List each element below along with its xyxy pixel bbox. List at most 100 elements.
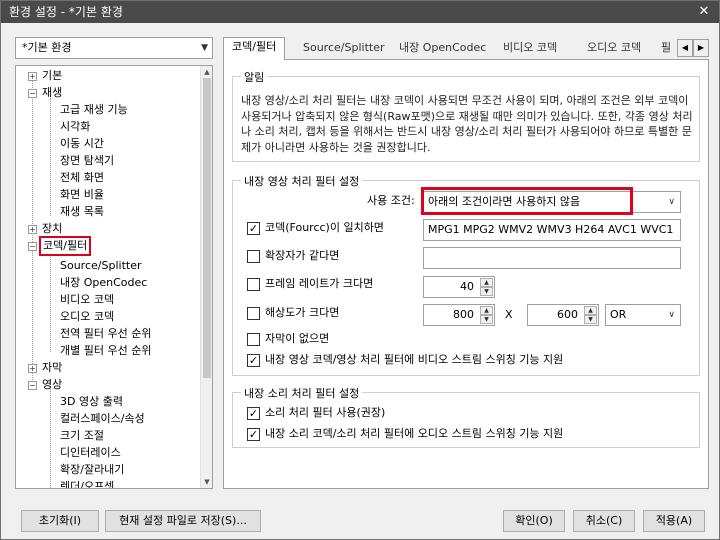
tree-item-scene-explorer[interactable]: 장면 탐색기 bbox=[60, 152, 114, 169]
tree-item-advanced-playback[interactable]: 고급 재생 기능 bbox=[60, 101, 128, 118]
resolution-label: 해상도가 크다면 bbox=[265, 306, 340, 319]
profile-select-value: *기본 환경 bbox=[22, 41, 72, 54]
tab-source-splitter[interactable]: Source/Splitter bbox=[295, 39, 392, 59]
ok-button[interactable]: 확인(O) bbox=[503, 510, 565, 532]
tab-panel-codec-filter: 알림 내장 영상/소리 처리 필터는 내장 코덱이 사용되면 무조건 사용이 되… bbox=[223, 59, 709, 489]
window-title: 환경 설정 - *기본 환경 bbox=[9, 5, 123, 19]
tree-item-deinterlace[interactable]: 디인터레이스 bbox=[60, 444, 121, 461]
tab-strip: 코덱/필터 Source/Splitter 내장 OpenCodec 비디오 코… bbox=[223, 37, 709, 60]
preferences-window: 환경 설정 - *기본 환경 ✕ *기본 환경 ▼ + 기본 − 재생 고급 재… bbox=[0, 0, 720, 540]
tree-guide-line bbox=[50, 250, 51, 352]
tree-item-builtin-opencodec[interactable]: 내장 OpenCodec bbox=[60, 274, 147, 291]
tree-item-playback[interactable]: 재생 bbox=[42, 84, 62, 101]
tree-item-basic[interactable]: 기본 bbox=[42, 67, 62, 84]
scroll-down-icon[interactable]: ▼ bbox=[201, 476, 212, 488]
spin-up-icon[interactable]: ▲ bbox=[584, 306, 597, 315]
resolution-checkbox[interactable] bbox=[247, 307, 260, 320]
spin-down-icon[interactable]: ▼ bbox=[480, 287, 493, 296]
tree-item-source-splitter[interactable]: Source/Splitter bbox=[60, 257, 141, 274]
fourcc-checkbox[interactable] bbox=[247, 222, 260, 235]
resolution-operator-value: OR bbox=[610, 308, 627, 321]
video-filter-title: 내장 영상 처리 필터 설정 bbox=[241, 173, 363, 189]
spin-down-icon[interactable]: ▼ bbox=[480, 315, 493, 324]
close-icon[interactable]: ✕ bbox=[695, 3, 713, 21]
tab-filter[interactable]: 필 bbox=[659, 39, 673, 59]
tree-item-global-filter-priority[interactable]: 전역 필터 우선 순위 bbox=[60, 325, 151, 342]
notice-text: 내장 영상/소리 처리 필터는 내장 코덱이 사용되면 무조건 사용이 되며, … bbox=[241, 94, 693, 154]
tree-item-device[interactable]: 장치 bbox=[42, 220, 62, 237]
tree-item-codec-filter[interactable]: 코덱/필터 bbox=[39, 236, 92, 256]
expand-icon[interactable]: + bbox=[28, 72, 37, 81]
title-bar: 환경 설정 - *기본 환경 ✕ bbox=[1, 1, 719, 23]
framerate-label: 프레임 레이트가 크다면 bbox=[265, 277, 374, 290]
tree-guide-line bbox=[50, 386, 51, 488]
fourcc-label: 코덱(Fourcc)이 일치하면 bbox=[265, 221, 384, 234]
resolution-height-value: 600 bbox=[557, 308, 578, 321]
audio-filter-checkbox[interactable] bbox=[247, 407, 260, 420]
tree-item-individual-filter-priority[interactable]: 개별 필터 우선 순위 bbox=[60, 342, 151, 359]
collapse-icon[interactable]: − bbox=[28, 381, 37, 390]
chevron-down-icon: ∨ bbox=[668, 197, 675, 207]
notice-title: 알림 bbox=[241, 69, 268, 85]
video-switch-checkbox[interactable] bbox=[247, 354, 260, 367]
tab-scroll-left-icon[interactable]: ◀ bbox=[677, 39, 693, 57]
cancel-button[interactable]: 취소(C) bbox=[573, 510, 635, 532]
tree-item-audio-codec[interactable]: 오디오 코덱 bbox=[60, 308, 114, 325]
tree-item-fullscreen[interactable]: 전체 화면 bbox=[60, 169, 104, 186]
expand-icon[interactable]: + bbox=[28, 225, 37, 234]
tab-scroll: ◀ ▶ bbox=[677, 39, 709, 57]
profile-select[interactable]: *기본 환경 ▼ bbox=[15, 37, 213, 59]
framerate-stepper[interactable]: 40 ▲ ▼ bbox=[423, 276, 495, 298]
tree-item-subtitle[interactable]: 자막 bbox=[42, 359, 62, 376]
framerate-checkbox[interactable] bbox=[247, 278, 260, 291]
expand-icon[interactable]: + bbox=[28, 364, 37, 373]
category-tree[interactable]: + 기본 − 재생 고급 재생 기능 시각화 이동 시간 장면 탐색기 전체 화… bbox=[15, 65, 213, 489]
tree-item-playlist[interactable]: 재생 목록 bbox=[60, 203, 104, 220]
apply-button[interactable]: 적용(A) bbox=[643, 510, 705, 532]
highlight-frame bbox=[421, 187, 633, 215]
extension-label: 확장자가 같다면 bbox=[265, 249, 340, 262]
tree-item-video[interactable]: 영상 bbox=[42, 376, 62, 393]
video-filter-group: 내장 영상 처리 필터 설정 사용 조건: 아래의 조건이라면 사용하지 않음 … bbox=[232, 173, 700, 376]
audio-switch-checkbox[interactable] bbox=[247, 428, 260, 441]
scroll-up-icon[interactable]: ▲ bbox=[201, 66, 212, 78]
tree-guide-line bbox=[32, 80, 33, 390]
tree-item-visualization[interactable]: 시각화 bbox=[60, 118, 90, 135]
resolution-width-stepper[interactable]: 800 ▲ ▼ bbox=[423, 304, 495, 326]
no-subtitle-checkbox[interactable] bbox=[247, 333, 260, 346]
tree-item-resize[interactable]: 크기 조절 bbox=[60, 427, 104, 444]
collapse-icon[interactable]: − bbox=[28, 89, 37, 98]
tree-item-render-offset[interactable]: 렌더/오프셋 bbox=[60, 478, 114, 488]
tree-item-expand-crop[interactable]: 확장/잘라내기 bbox=[60, 461, 124, 478]
tree-item-seek-time[interactable]: 이동 시간 bbox=[60, 135, 104, 152]
reset-button[interactable]: 초기화(I) bbox=[21, 510, 99, 532]
extension-checkbox[interactable] bbox=[247, 250, 260, 263]
tree-item-video-codec[interactable]: 비디오 코덱 bbox=[60, 291, 114, 308]
resolution-x-label: X bbox=[505, 308, 513, 321]
tab-scroll-right-icon[interactable]: ▶ bbox=[693, 39, 709, 57]
spin-up-icon[interactable]: ▲ bbox=[480, 306, 493, 315]
extension-input[interactable] bbox=[423, 247, 681, 269]
scroll-thumb[interactable] bbox=[203, 78, 211, 378]
tree-item-aspect-ratio[interactable]: 화면 비율 bbox=[60, 186, 104, 203]
spin-up-icon[interactable]: ▲ bbox=[480, 278, 493, 287]
tree-item-3d-output[interactable]: 3D 영상 출력 bbox=[60, 393, 123, 410]
resolution-operator-select[interactable]: OR ∨ bbox=[605, 304, 681, 326]
save-current-button[interactable]: 현재 설정 파일로 저장(S)... bbox=[105, 510, 261, 532]
tab-video-codec[interactable]: 비디오 코덱 bbox=[495, 39, 565, 59]
tab-builtin-opencodec[interactable]: 내장 OpenCodec bbox=[391, 39, 494, 59]
resolution-height-stepper[interactable]: 600 ▲ ▼ bbox=[527, 304, 599, 326]
collapse-icon[interactable]: − bbox=[28, 242, 37, 251]
notice-group: 알림 내장 영상/소리 처리 필터는 내장 코덱이 사용되면 무조건 사용이 되… bbox=[232, 69, 700, 162]
tab-audio-codec[interactable]: 오디오 코덱 bbox=[579, 39, 649, 59]
tree-guide-line bbox=[50, 98, 51, 216]
tree-item-colorspace[interactable]: 컬러스페이스/속성 bbox=[60, 410, 145, 427]
tab-codec-filter[interactable]: 코덱/필터 bbox=[223, 37, 286, 60]
spin-down-icon[interactable]: ▼ bbox=[584, 315, 597, 324]
audio-filter-title: 내장 소리 처리 필터 설정 bbox=[241, 385, 363, 401]
resolution-width-value: 800 bbox=[453, 308, 474, 321]
fourcc-input[interactable]: MPG1 MPG2 WMV2 WMV3 H264 AVC1 WVC1 bbox=[423, 219, 681, 241]
no-subtitle-label: 자막이 없으면 bbox=[265, 332, 330, 345]
tree-scrollbar[interactable]: ▲ ▼ bbox=[200, 66, 212, 488]
audio-switch-label: 내장 소리 코덱/소리 처리 필터에 오디오 스트림 스위칭 기능 지원 bbox=[265, 427, 564, 440]
